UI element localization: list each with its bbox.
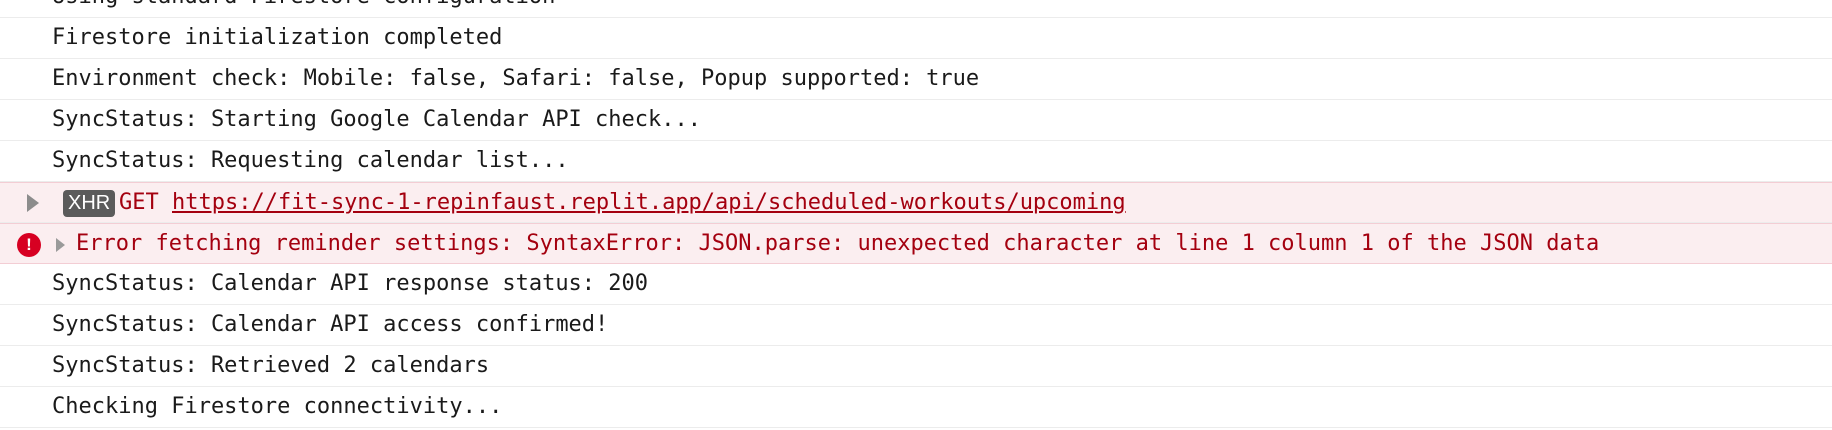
expand-chevron-icon[interactable] bbox=[56, 238, 65, 252]
log-message: SyncStatus: Calendar API access confirme… bbox=[52, 312, 609, 337]
log-message: SyncStatus: Retrieved 2 calendars bbox=[52, 353, 490, 378]
log-message: SyncStatus: Calendar API response status… bbox=[52, 271, 649, 296]
console-log-row: Firestore initialization completed bbox=[0, 18, 1832, 59]
console-log-row: Checking Firestore connectivity... bbox=[0, 387, 1832, 428]
console-log-row: SyncStatus: Starting Google Calendar API… bbox=[0, 100, 1832, 141]
console-log-row: Using standard Firestore configuration bbox=[0, 0, 1832, 18]
log-message: Environment check: Mobile: false, Safari… bbox=[52, 66, 980, 91]
log-message: Firestore initialization completed bbox=[52, 25, 503, 50]
log-message: Checking Firestore connectivity... bbox=[52, 394, 503, 419]
log-message: SyncStatus: Requesting calendar list... bbox=[52, 148, 569, 173]
request-method: GET bbox=[119, 190, 159, 215]
error-log-row[interactable]: ! Error fetching reminder settings: Synt… bbox=[0, 223, 1832, 264]
log-message: SyncStatus: Starting Google Calendar API… bbox=[52, 107, 702, 132]
log-message: Using standard Firestore configuration bbox=[52, 0, 555, 17]
expand-chevron-icon[interactable] bbox=[27, 194, 39, 212]
xhr-request-row[interactable]: XHR GET https://fit-sync-1-repinfaust.re… bbox=[0, 182, 1832, 223]
console-log-row: SyncStatus: Retrieved 2 calendars bbox=[0, 346, 1832, 387]
request-url-link[interactable]: https://fit-sync-1-repinfaust.replit.app… bbox=[172, 183, 1126, 223]
console-log-row: SyncStatus: Calendar API response status… bbox=[0, 264, 1832, 305]
console-log-row: Environment check: Mobile: false, Safari… bbox=[0, 59, 1832, 100]
error-message: Error fetching reminder settings: Syntax… bbox=[76, 231, 1600, 256]
xhr-badge: XHR bbox=[63, 190, 116, 217]
browser-console: Using standard Firestore configuration F… bbox=[0, 0, 1832, 430]
console-log-row: SyncStatus: Requesting calendar list... bbox=[0, 141, 1832, 182]
console-log-list: Using standard Firestore configuration F… bbox=[0, 0, 1832, 428]
console-log-row: SyncStatus: Calendar API access confirme… bbox=[0, 305, 1832, 346]
error-icon: ! bbox=[17, 233, 41, 257]
